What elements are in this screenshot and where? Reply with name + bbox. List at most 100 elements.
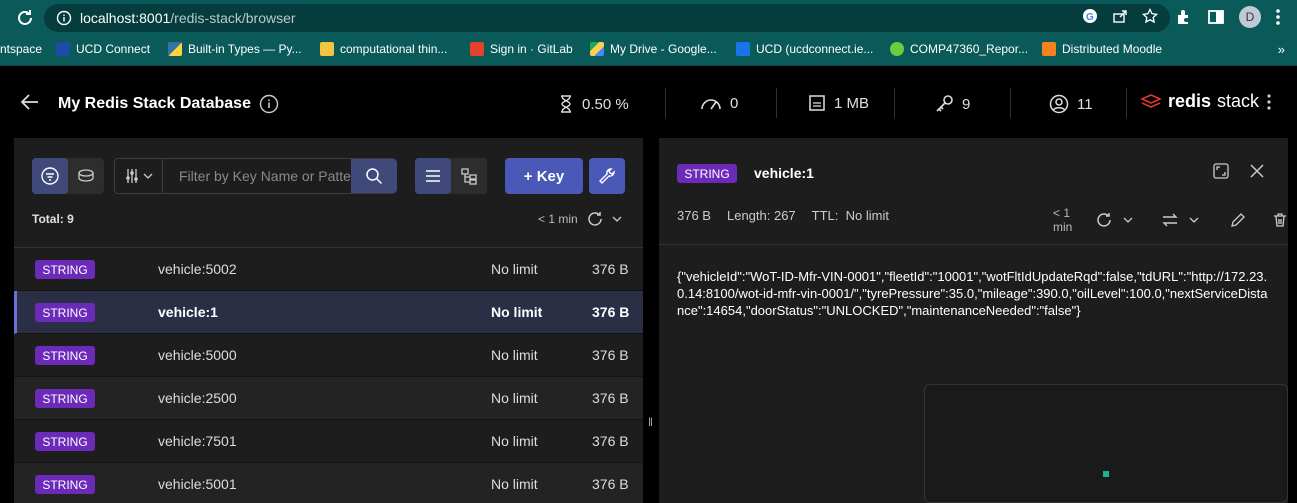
key-size: 376 B bbox=[592, 304, 630, 320]
python-icon bbox=[168, 42, 182, 56]
bookmark-item[interactable]: My Drive - Google... bbox=[590, 42, 717, 56]
bookmark-item[interactable]: ntspace bbox=[0, 42, 42, 56]
stat-divider bbox=[1126, 88, 1127, 118]
chevron-down-icon[interactable] bbox=[612, 214, 622, 224]
hourglass-icon bbox=[558, 94, 574, 114]
key-size: 376 B bbox=[592, 347, 629, 363]
key-name: vehicle:5001 bbox=[158, 476, 237, 492]
share-icon[interactable] bbox=[1112, 8, 1128, 24]
google-drive-icon bbox=[590, 42, 604, 56]
stat-divider bbox=[776, 88, 777, 118]
key-name: vehicle:5000 bbox=[158, 347, 237, 363]
filter-input[interactable] bbox=[165, 159, 351, 193]
pattern-search-button[interactable] bbox=[32, 158, 68, 194]
filter-container bbox=[114, 158, 397, 194]
fullscreen-icon[interactable] bbox=[1212, 162, 1230, 180]
add-key-button[interactable]: + Key bbox=[505, 158, 583, 194]
overlay-card bbox=[924, 384, 1288, 503]
notes-icon bbox=[320, 42, 334, 56]
filter-sliders-icon bbox=[125, 168, 139, 184]
bookmark-star-icon[interactable] bbox=[1142, 8, 1158, 24]
side-panel-icon[interactable] bbox=[1207, 8, 1225, 26]
key-row[interactable]: STRING vehicle:5002 No limit 376 B bbox=[14, 248, 643, 291]
key-browser-panel: + Key Total: 9 < 1 min STRING vehicle:50… bbox=[14, 138, 643, 503]
database-info-icon[interactable] bbox=[259, 94, 279, 114]
key-name: vehicle:2500 bbox=[158, 390, 237, 406]
delete-trash-icon[interactable] bbox=[1272, 212, 1288, 228]
key-icon bbox=[934, 94, 954, 114]
chrome-menu-icon[interactable] bbox=[1275, 8, 1281, 26]
url-box[interactable]: localhost:8001/redis-stack/browser G bbox=[44, 4, 1170, 32]
panel-resize-handle[interactable]: ‖ bbox=[648, 415, 653, 429]
bookmark-item[interactable]: COMP47360_Repor... bbox=[890, 42, 1028, 56]
bookmark-item[interactable]: UCD (ucdconnect.ie... bbox=[736, 42, 873, 56]
detail-ttl[interactable]: TTL: No limit bbox=[812, 208, 889, 223]
cpu-stat: 0.50 % bbox=[558, 94, 629, 114]
key-size: 376 B bbox=[592, 390, 629, 406]
memory-icon bbox=[808, 94, 826, 112]
refresh-control: < 1 min bbox=[538, 210, 622, 228]
key-ttl: No limit bbox=[491, 304, 543, 320]
type-badge: STRING bbox=[35, 475, 95, 494]
more-bookmarks-button[interactable]: » bbox=[1278, 42, 1285, 57]
header-menu-icon[interactable] bbox=[1266, 93, 1272, 111]
key-value[interactable]: {"vehicleId":"WoT-ID-Mfr-VIN-0001","flee… bbox=[677, 268, 1273, 319]
extensions-icon[interactable] bbox=[1175, 8, 1193, 26]
detail-size: 376 B bbox=[677, 208, 711, 223]
search-mode-toggle bbox=[32, 158, 104, 194]
bookmark-item[interactable]: UCD Connect bbox=[56, 42, 150, 56]
list-view-button[interactable] bbox=[415, 158, 451, 194]
key-row[interactable]: STRING vehicle:5000 No limit 376 B bbox=[14, 334, 643, 377]
calendar-icon bbox=[736, 42, 750, 56]
key-list: STRING vehicle:5002 No limit 376 B STRIN… bbox=[14, 248, 643, 503]
loading-indicator bbox=[1103, 471, 1109, 477]
detail-key-name[interactable]: vehicle:1 bbox=[754, 165, 814, 181]
key-row-selected[interactable]: STRING vehicle:1 No limit 376 B bbox=[14, 291, 643, 334]
format-swap-icon[interactable] bbox=[1161, 211, 1179, 229]
user-circle-icon bbox=[1049, 94, 1069, 114]
key-size: 376 B bbox=[592, 433, 629, 449]
bulk-actions-button[interactable] bbox=[589, 158, 625, 194]
key-row[interactable]: STRING vehicle:7501 No limit 376 B bbox=[14, 420, 643, 463]
url-text: localhost:8001/redis-stack/browser bbox=[80, 10, 296, 26]
gitlab-icon bbox=[470, 42, 484, 56]
chevron-down-icon bbox=[143, 171, 153, 181]
key-size: 376 B bbox=[592, 261, 629, 277]
redis-stack-logo: redis stack bbox=[1140, 91, 1259, 112]
edit-pencil-icon[interactable] bbox=[1230, 212, 1246, 228]
key-type-filter[interactable] bbox=[115, 159, 163, 193]
google-icon[interactable]: G bbox=[1082, 8, 1098, 24]
bookmark-item[interactable]: Distributed Moodle bbox=[1042, 42, 1162, 56]
view-mode-toggle bbox=[415, 158, 487, 194]
bookmark-item[interactable]: computational thin... bbox=[320, 42, 447, 56]
divider bbox=[659, 244, 1288, 245]
back-arrow-icon[interactable] bbox=[20, 92, 40, 112]
close-icon[interactable] bbox=[1248, 162, 1266, 180]
total-keys: Total: 9 bbox=[32, 212, 74, 226]
app-header: My Redis Stack Database 0.50 % 0 1 MB 9 … bbox=[0, 68, 1297, 138]
browser-address-bar: localhost:8001/redis-stack/browser G D bbox=[0, 0, 1297, 36]
reload-icon[interactable] bbox=[14, 7, 36, 29]
bookmark-item[interactable]: Built-in Types — Py... bbox=[168, 42, 302, 56]
refresh-icon[interactable] bbox=[586, 210, 604, 228]
tree-view-button[interactable] bbox=[451, 158, 487, 194]
database-title: My Redis Stack Database bbox=[58, 95, 251, 112]
stat-divider bbox=[894, 88, 895, 118]
chevron-down-icon[interactable] bbox=[1189, 215, 1199, 225]
key-ttl: No limit bbox=[491, 261, 538, 277]
detail-length: Length: 267 bbox=[726, 208, 796, 223]
search-button[interactable] bbox=[351, 159, 397, 193]
refresh-icon[interactable] bbox=[1095, 211, 1113, 229]
chevron-down-icon[interactable] bbox=[1123, 215, 1133, 225]
redisearch-button[interactable] bbox=[68, 158, 104, 194]
key-row[interactable]: STRING vehicle:5001 No limit 376 B bbox=[14, 463, 643, 503]
key-row[interactable]: STRING vehicle:2500 No limit 376 B bbox=[14, 377, 643, 420]
stat-divider bbox=[665, 88, 666, 118]
key-size: 376 B bbox=[592, 476, 629, 492]
type-badge: STRING bbox=[677, 164, 737, 183]
profile-avatar[interactable]: D bbox=[1239, 6, 1261, 28]
ops-stat: 0 bbox=[700, 94, 738, 112]
site-info-icon[interactable] bbox=[56, 10, 72, 26]
type-badge: STRING bbox=[35, 389, 95, 408]
bookmark-item[interactable]: Sign in · GitLab bbox=[470, 42, 573, 56]
